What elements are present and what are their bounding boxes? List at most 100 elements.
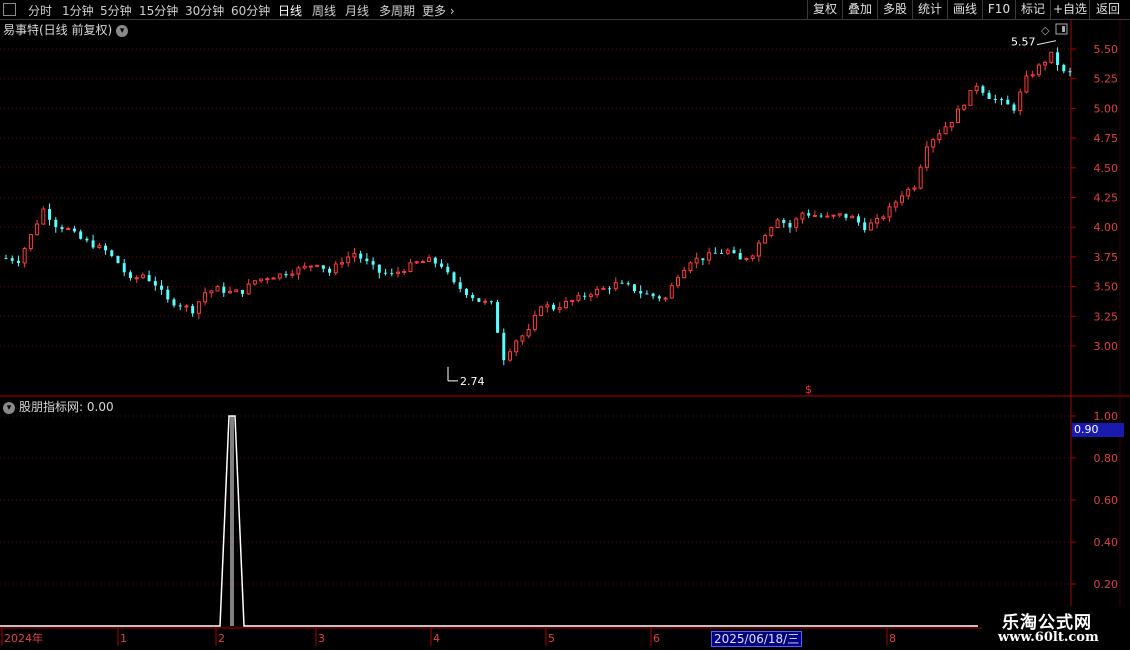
candle-body-down (583, 295, 587, 297)
time-tick-label: 3 (318, 632, 325, 645)
candle-body-down (552, 304, 556, 310)
candle-body-up (196, 301, 201, 314)
candle-body-up (520, 335, 525, 342)
candle-body-down (377, 264, 381, 273)
candle-body-up (352, 253, 357, 258)
candle-body-up (259, 278, 264, 282)
candle-body-down (284, 273, 288, 276)
candle-body-down (471, 295, 475, 299)
candle-body-down (147, 275, 151, 282)
event-marker[interactable]: $ (805, 383, 812, 396)
diamond-icon[interactable]: ◇ (1041, 24, 1050, 37)
candle-body-up (588, 294, 593, 297)
candle-body-down (1068, 71, 1072, 73)
candle-body-down (172, 299, 176, 306)
indicator-tick-label: 0.40 (1094, 536, 1119, 549)
candle-body-up (333, 263, 338, 274)
candle-body-up (35, 223, 40, 236)
candle-body-up (893, 201, 898, 208)
candle-body-up (514, 340, 519, 353)
candle-body-up (576, 295, 581, 301)
candle-body-up (831, 214, 836, 217)
candle-body-down (60, 227, 64, 230)
price-tick-label: 3.00 (1094, 340, 1119, 353)
candle-body-down (626, 283, 630, 285)
high-price-label: 5.57 (1011, 36, 1036, 49)
candle-body-up (396, 271, 400, 274)
candle-body-down (993, 98, 997, 100)
candle-body-down (464, 288, 468, 296)
candle-body-down (433, 257, 437, 264)
candle-body-down (48, 209, 52, 220)
time-tick-label: 2 (218, 632, 225, 645)
candle-body-up (912, 187, 917, 190)
candle-body-up (756, 242, 761, 257)
chart-canvas[interactable]: 5.50 5.25 5.00 4.75 4.50 4.25 4.00 3.75 3.50 3.25… (0, 0, 1130, 650)
candlestick-series (4, 47, 1072, 366)
indicator-tick-label: 1.00 (1094, 410, 1119, 423)
candle-body-up (949, 121, 954, 128)
indicator-tick-label: 0.20 (1094, 578, 1119, 591)
price-tick-label: 3.75 (1094, 251, 1119, 264)
candle-body-up (694, 257, 699, 264)
candle-body-up (974, 85, 979, 92)
candle-body-up (402, 270, 407, 273)
panel-toggle-icon[interactable] (1055, 23, 1068, 35)
candle-body-down (620, 282, 624, 284)
candle-body-up (408, 262, 413, 272)
candle-body-down (844, 213, 848, 218)
candle-body-down (446, 266, 450, 273)
candle-body-down (738, 253, 742, 260)
panel-toggle-icon-fill (1062, 26, 1065, 32)
candle-body-up (595, 288, 600, 296)
candle-body-up (750, 255, 755, 259)
candle-body-up (769, 227, 774, 237)
candle-body-down (160, 285, 164, 290)
candle-body-up (887, 206, 892, 218)
candle-body-down (85, 238, 89, 241)
indicator-tick-label: 0.80 (1094, 452, 1119, 465)
price-tick-label: 5.50 (1094, 43, 1119, 56)
time-tick-label: 4 (433, 632, 440, 645)
candle-body-up (1036, 64, 1041, 76)
candle-body-down (502, 332, 506, 361)
candle-body-down (178, 305, 182, 307)
price-tick-label: 4.25 (1094, 192, 1119, 205)
candle-body-up (1018, 91, 1023, 112)
candle-body-up (794, 218, 799, 228)
candle-body-up (483, 300, 488, 303)
candle-body-down (1062, 64, 1066, 72)
candle-body-down (110, 250, 114, 256)
candle-body-down (782, 219, 786, 223)
candle-body-down (240, 289, 244, 294)
candle-body-up (775, 219, 780, 229)
candle-body-down (639, 291, 643, 294)
candle-body-down (54, 219, 58, 228)
candle-body-down (390, 273, 394, 275)
candle-body-up (184, 305, 189, 308)
candle-body-up (234, 289, 239, 293)
candle-body-down (732, 250, 736, 254)
selected-date-label: 2025/06/18/三 (711, 631, 803, 647)
candle-body-up (601, 287, 606, 290)
price-tick-label: 4.50 (1094, 162, 1119, 175)
candle-body-down (645, 293, 649, 295)
watermark-url: www.60lt.com (998, 630, 1099, 645)
candle-body-up (943, 126, 948, 135)
candle-body-down (458, 282, 462, 289)
candle-body-up (203, 292, 208, 303)
candle-body-down (153, 281, 157, 286)
candle-body-up (918, 166, 923, 189)
candle-body-up (669, 285, 674, 299)
candle-body-down (104, 245, 108, 251)
indicator-line (0, 415, 978, 627)
candle-body-up (539, 306, 544, 316)
candle-body-up (22, 248, 27, 264)
candle-body-down (987, 92, 991, 99)
candle-body-down (720, 252, 724, 254)
candle-body-up (1049, 51, 1054, 63)
candle-body-down (1000, 99, 1004, 101)
candle-body-up (956, 108, 960, 123)
candle-body-down (713, 252, 717, 254)
candle-body-up (508, 351, 512, 361)
